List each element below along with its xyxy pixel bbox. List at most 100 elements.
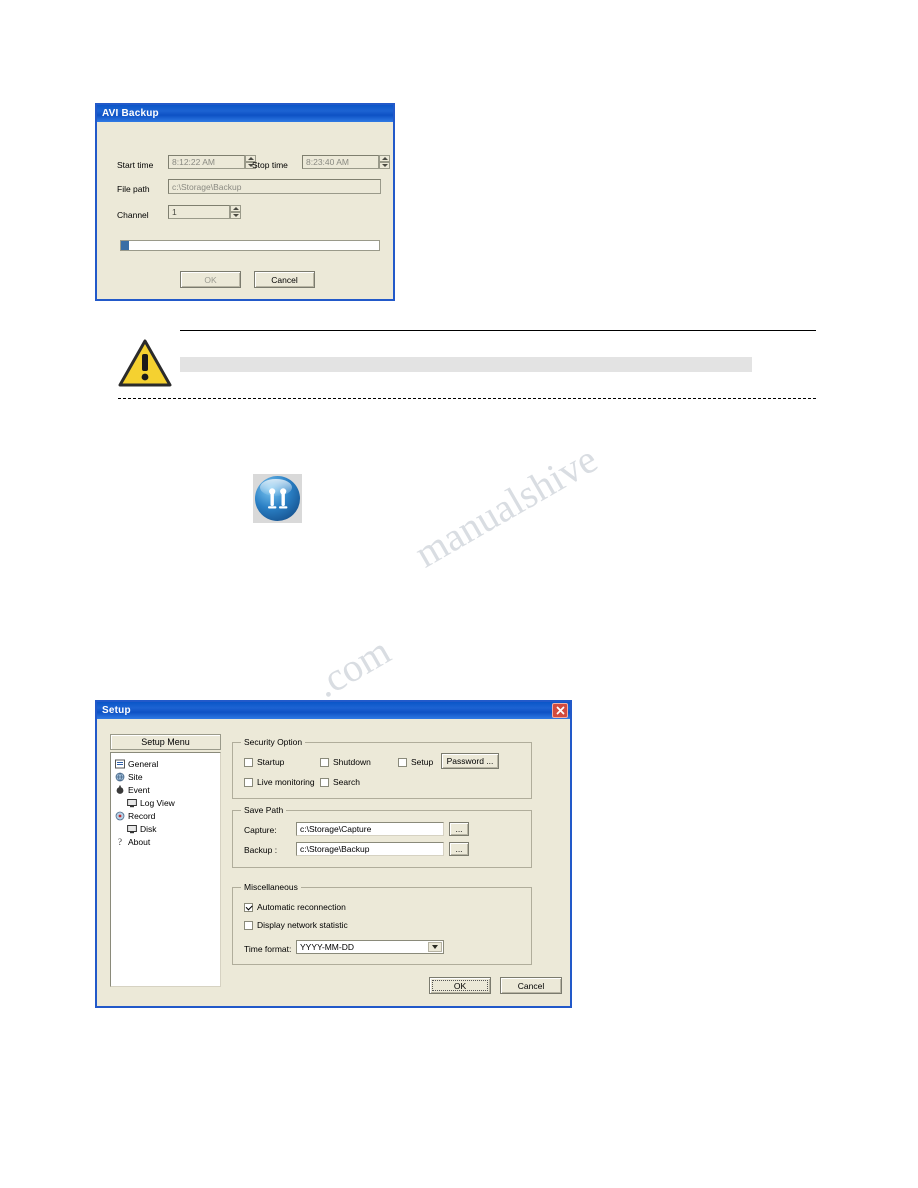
site-icon [114,771,125,782]
watermark: manualshive .com [307,430,800,730]
start-time-field[interactable]: 8:12:22 AM [168,155,245,169]
setup-menu-header: Setup Menu [110,734,221,750]
setup-cancel-button[interactable]: Cancel [500,977,562,994]
checkbox-startup-box[interactable] [244,757,253,767]
miscellaneous-group: Miscellaneous Automatic reconnection Dis… [232,882,532,965]
note-bottom-rule [118,398,816,399]
save-path-title: Save Path [241,805,287,815]
sidebar-label-about: About [128,836,151,847]
checkbox-automatic-reconnection-label: Automatic reconnection [257,902,346,912]
chevron-down-icon[interactable] [428,942,442,952]
avi-backup-dialog: AVI Backup Start time 8:12:22 AM Stop ti… [95,103,395,301]
note-block [118,330,816,405]
checkbox-search-label: Search [333,777,360,787]
close-icon[interactable] [552,703,568,718]
sidebar-label-record: Record [128,810,156,821]
sidebar-label-log-view: Log View [140,797,175,808]
logview-icon [126,797,137,808]
checkbox-startup-label: Startup [257,757,285,767]
checkbox-automatic-reconnection[interactable]: Automatic reconnection [244,902,346,912]
password-button[interactable]: Password ... [441,753,499,769]
tools-glyph-icon [267,487,287,508]
stop-time-field[interactable]: 8:23:40 AM [302,155,379,169]
checkbox-setup[interactable]: Setup [398,757,433,767]
setup-title: Setup [102,705,131,716]
checkbox-setup-box[interactable] [398,757,407,767]
sidebar-label-site: Site [128,771,143,782]
avi-backup-title: AVI Backup [102,108,159,119]
checkbox-display-network-statistic-box[interactable] [244,920,253,930]
channel-spinner-down[interactable] [230,212,241,219]
sidebar-item-about[interactable]: ? About [114,835,220,848]
capture-path-browse-button[interactable]: ... [449,822,469,836]
disk-icon [126,823,137,834]
stop-time-label: Stop time [252,160,288,170]
setup-menu-tree[interactable]: General Site Event Log View Record Disk … [110,752,221,987]
save-path-group: Save Path Capture: c:\Storage\Capture ..… [232,805,532,868]
sidebar-label-disk: Disk [140,823,157,834]
sidebar-item-log-view[interactable]: Log View [126,796,220,809]
note-top-rule [180,330,816,331]
sidebar-item-general[interactable]: General [114,757,220,770]
sidebar-item-disk[interactable]: Disk [126,822,220,835]
setup-tool-button[interactable] [253,474,302,523]
sidebar-label-general: General [128,758,159,769]
setup-ok-button[interactable]: OK [429,977,491,994]
warning-icon [118,339,172,387]
backup-path-label: Backup : [244,845,278,855]
checkbox-startup[interactable]: Startup [244,757,284,767]
checkbox-display-network-statistic[interactable]: Display network statistic [244,920,348,930]
record-icon [114,810,125,821]
avi-backup-content: Start time 8:12:22 AM Stop time 8:23:40 … [99,124,391,299]
time-format-label: Time format: [244,944,292,954]
avi-backup-ok-button[interactable]: OK [180,271,241,288]
general-icon [114,758,125,769]
sidebar-item-site[interactable]: Site [114,770,220,783]
event-icon [114,784,125,795]
security-option-group: Security Option Startup Shutdown Setup P… [232,737,532,799]
file-path-field[interactable]: c:\Storage\Backup [168,179,381,194]
about-icon: ? [114,836,125,847]
watermark-line-1: manualshive [407,436,605,577]
capture-path-input[interactable]: c:\Storage\Capture [296,822,444,836]
sidebar-label-event: Event [128,784,150,795]
channel-field[interactable]: 1 [168,205,230,219]
checkbox-shutdown[interactable]: Shutdown [320,757,371,767]
svg-text:?: ? [118,837,122,847]
sidebar-item-event[interactable]: Event [114,783,220,796]
checkbox-live-monitoring[interactable]: Live monitoring [244,777,315,787]
sidebar-item-record[interactable]: Record [114,809,220,822]
setup-titlebar[interactable]: Setup [97,702,570,719]
backup-path-browse-button[interactable]: ... [449,842,469,856]
miscellaneous-title: Miscellaneous [241,882,301,892]
avi-backup-cancel-button[interactable]: Cancel [254,271,315,288]
start-time-label: Start time [117,160,154,170]
capture-path-label: Capture: [244,825,277,835]
avi-backup-titlebar[interactable]: AVI Backup [97,105,393,122]
security-option-title: Security Option [241,737,306,747]
checkbox-shutdown-box[interactable] [320,757,329,767]
checkbox-display-network-statistic-label: Display network statistic [257,920,348,930]
watermark-line-2: .com [307,627,398,707]
setup-content: Setup Menu General Site Event Log View R… [99,721,568,1004]
stop-time-spinner[interactable] [379,155,390,169]
channel-label: Channel [117,210,149,220]
checkbox-live-monitoring-label: Live monitoring [257,777,315,787]
checkbox-search[interactable]: Search [320,777,360,787]
backup-path-input[interactable]: c:\Storage\Backup [296,842,444,856]
checkbox-shutdown-label: Shutdown [333,757,371,767]
file-path-label: File path [117,184,150,194]
checkbox-live-monitoring-box[interactable] [244,777,253,787]
checkbox-automatic-reconnection-box[interactable] [244,902,253,912]
backup-progress-fill [121,241,129,250]
time-format-select[interactable]: YYYY-MM-DD [296,940,444,954]
backup-progress-bar [120,240,380,251]
checkbox-setup-label: Setup [411,757,434,767]
setup-tool-icon [255,476,300,521]
time-format-value: YYYY-MM-DD [300,942,354,952]
stop-time-spinner-down[interactable] [379,162,390,169]
channel-spinner[interactable] [230,205,241,219]
stop-time-spinner-up[interactable] [379,155,390,162]
checkbox-search-box[interactable] [320,777,329,787]
channel-spinner-up[interactable] [230,205,241,212]
